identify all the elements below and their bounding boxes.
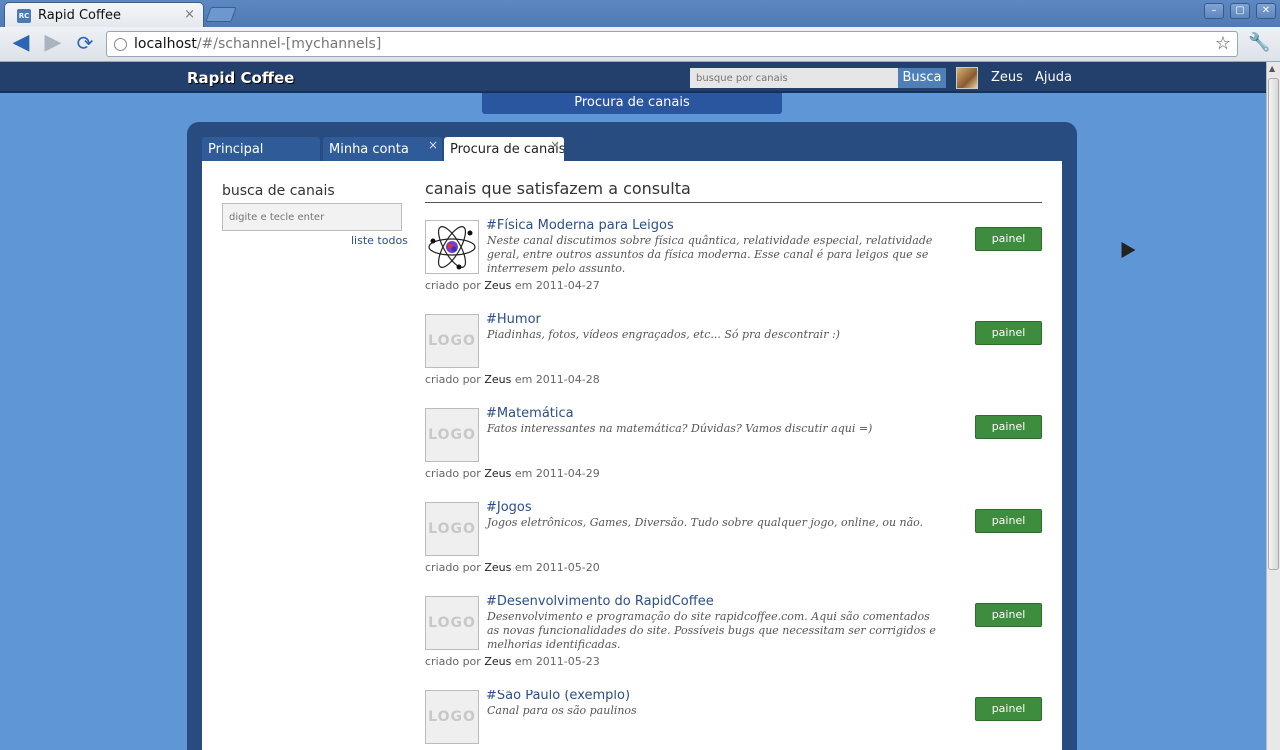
painel-button[interactable]: painel [975,603,1042,627]
channel-name-link[interactable]: #Física Moderna para Leigos [486,218,674,233]
author-link[interactable]: Zeus [484,279,511,292]
channel-meta: criado por Zeus em 2011-05-23 [425,655,600,668]
tab-label: Principal [208,142,264,157]
wrench-icon[interactable]: 🔧 [1248,32,1270,53]
logo-placeholder: LOGO [425,596,479,650]
results-title: canais que satisfazem a consulta [425,179,691,198]
browser-tab-title: Rapid Coffee [38,8,121,23]
scrollbar[interactable]: ▲ [1266,62,1280,750]
page-label: Procura de canais [482,93,782,114]
list-item: LOGO #Jogos Jogos eletrônicos, Games, Di… [425,500,1042,592]
channel-name-link[interactable]: #São Paulo (exemplo) [486,690,630,703]
logo-placeholder: LOGO [425,314,479,368]
minimize-icon[interactable]: – [1204,3,1224,19]
painel-button[interactable]: painel [975,227,1042,251]
channel-name-link[interactable]: #Humor [486,312,541,327]
channel-meta: criado por Zeus em 2011-04-29 [425,467,600,480]
tab-close-icon[interactable]: × [428,138,438,152]
restore-icon[interactable]: ▢ [1230,3,1250,19]
window-close-icon[interactable]: ✕ [1256,3,1276,19]
author-link[interactable]: Zeus [484,467,511,480]
channel-meta: criado por Zeus em 2011-05-20 [425,561,600,574]
channel-description: Desenvolvimento e programação do site ra… [487,610,936,651]
atom-logo-icon [425,220,479,274]
address-bar[interactable]: localhost/#/schannel-[mychannels] ☆ [106,31,1238,57]
list-all-link[interactable]: liste todos [351,234,408,247]
list-item: #Física Moderna para Leigos Neste canal … [425,218,1042,310]
search-button[interactable]: Busca [898,68,946,88]
channel-name-link[interactable]: #Desenvolvimento do RapidCoffee [486,594,714,609]
author-link[interactable]: Zeus [484,373,511,386]
channel-description: Jogos eletrônicos, Games, Diversão. Tudo… [487,516,924,529]
user-link[interactable]: Zeus [991,70,1023,85]
browser-tabstrip: RC Rapid Coffee × – ▢ ✕ [0,0,1280,27]
channel-search-input[interactable] [222,203,402,231]
scrollbar-thumb[interactable] [1268,78,1279,570]
new-tab-button[interactable] [205,7,237,22]
tab-procura-de-canais[interactable]: Procura de canais × [444,137,564,161]
channel-description: Piadinhas, fotos, vídeos engraçados, etc… [487,328,840,341]
favicon-icon: RC [17,9,31,23]
channel-name-link[interactable]: #Matemática [486,406,574,421]
browser-toolbar: ◀ ▶ ⟳ localhost/#/schannel-[mychannels] … [0,27,1280,62]
bookmark-star-icon[interactable]: ☆ [1215,33,1231,54]
painel-button[interactable]: painel [975,697,1042,721]
tab-label: Minha conta [329,142,409,157]
url-text: localhost/#/schannel-[mychannels] [134,36,382,52]
channel-meta: criado por Zeus em 2011-04-28 [425,373,600,386]
list-item: LOGO #Matemática Fatos interessantes na … [425,406,1042,498]
author-link[interactable]: Zeus [484,655,511,668]
tab-label: Procura de canais [450,142,564,157]
channel-name-link[interactable]: #Jogos [486,500,532,515]
painel-button[interactable]: painel [975,321,1042,345]
list-item: LOGO #Desenvolvimento do RapidCoffee Des… [425,594,1042,686]
globe-icon [114,38,127,51]
reload-icon[interactable]: ⟳ [72,32,98,56]
forward-icon[interactable]: ▶ [40,32,66,56]
back-icon[interactable]: ◀ [8,32,34,56]
mouse-cursor-icon [1114,237,1136,259]
channel-description: Canal para os são paulinos [487,704,637,717]
site-logo[interactable]: Rapid Coffee [187,69,294,87]
painel-button[interactable]: painel [975,509,1042,533]
scroll-up-icon[interactable]: ▲ [1269,64,1275,73]
tab-close-icon[interactable]: × [550,138,560,152]
site-search-input[interactable] [690,68,898,88]
painel-button[interactable]: painel [975,415,1042,439]
channel-description: Neste canal discutimos sobre física quân… [487,234,933,275]
list-item: LOGO #Humor Piadinhas, fotos, vídeos eng… [425,312,1042,404]
logo-placeholder: LOGO [425,502,479,556]
tab-close-icon[interactable]: × [184,7,195,22]
help-link[interactable]: Ajuda [1035,70,1072,85]
author-link[interactable]: Zeus [484,561,511,574]
logo-placeholder: LOGO [425,690,479,744]
channel-description: Fatos interessantes na matemática? Dúvid… [487,422,873,435]
sidebar-title: busca de canais [222,183,335,199]
list-item: LOGO #São Paulo (exemplo) Canal para os … [425,690,1042,748]
tab-minha-conta[interactable]: Minha conta × [323,137,442,161]
tab-principal[interactable]: Principal [202,137,320,161]
browser-tab[interactable]: RC Rapid Coffee × [4,2,204,27]
divider [425,202,1042,203]
site-navbar: Rapid Coffee Busca Zeus Ajuda [0,62,1266,93]
logo-placeholder: LOGO [425,408,479,462]
channel-meta: criado por Zeus em 2011-04-27 [425,279,600,292]
avatar[interactable] [956,67,978,89]
